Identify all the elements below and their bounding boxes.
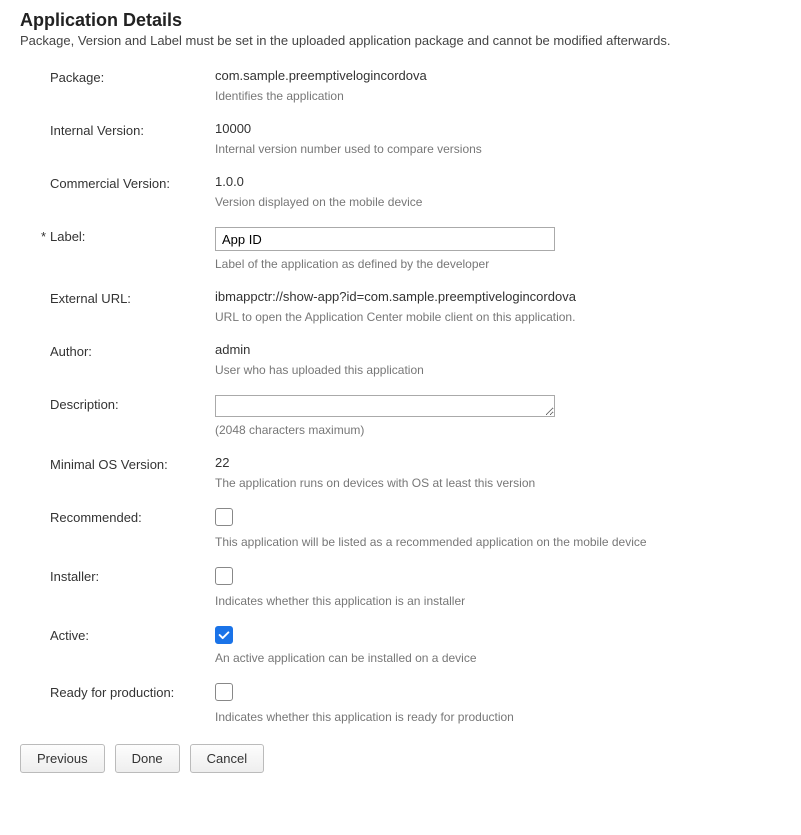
field-help: The application runs on devices with OS … — [215, 476, 781, 490]
button-bar: Previous Done Cancel — [20, 744, 781, 773]
field-help: URL to open the Application Center mobil… — [215, 310, 781, 324]
field-label: Recommended: — [50, 510, 142, 525]
page-subtitle: Package, Version and Label must be set i… — [20, 33, 781, 48]
field-label: Installer: — [50, 569, 99, 584]
field-label: Minimal OS Version: — [50, 457, 168, 472]
field-label: Active: — [50, 628, 89, 643]
package-value: com.sample.preemptivelogincordova — [215, 68, 781, 83]
field-help: Version displayed on the mobile device — [215, 195, 781, 209]
previous-button[interactable]: Previous — [20, 744, 105, 773]
field-external-url: External URL: ibmappctr://show-app?id=co… — [50, 289, 781, 324]
recommended-checkbox[interactable] — [215, 508, 233, 526]
field-label: Ready for production: — [50, 685, 174, 700]
field-label: Author: — [50, 344, 92, 359]
field-minimal-os: Minimal OS Version: 22 The application r… — [50, 455, 781, 490]
done-button[interactable]: Done — [115, 744, 180, 773]
field-label: Internal Version: — [50, 123, 144, 138]
field-label: Description: — [50, 397, 119, 412]
field-active: Active: An active application can be ins… — [50, 626, 781, 665]
field-label: External URL: — [50, 291, 131, 306]
ready-production-checkbox[interactable] — [215, 683, 233, 701]
field-installer: Installer: Indicates whether this applic… — [50, 567, 781, 608]
cancel-button[interactable]: Cancel — [190, 744, 264, 773]
field-help: Identifies the application — [215, 89, 781, 103]
field-commercial-version: Commercial Version: 1.0.0 Version displa… — [50, 174, 781, 209]
field-label-row: *Label: Label of the application as defi… — [50, 227, 781, 271]
field-author: Author: admin User who has uploaded this… — [50, 342, 781, 377]
field-description: Description: (2048 characters maximum) — [50, 395, 781, 437]
checkmark-icon — [217, 628, 231, 642]
field-label: Package: — [50, 70, 104, 85]
field-help: Label of the application as defined by t… — [215, 257, 781, 271]
page-title: Application Details — [20, 10, 781, 31]
field-internal-version: Internal Version: 10000 Internal version… — [50, 121, 781, 156]
description-textarea[interactable] — [215, 395, 555, 417]
author-value: admin — [215, 342, 781, 357]
fields-container: Package: com.sample.preemptivelogincordo… — [50, 68, 781, 724]
installer-checkbox[interactable] — [215, 567, 233, 585]
field-package: Package: com.sample.preemptivelogincordo… — [50, 68, 781, 103]
field-help: Internal version number used to compare … — [215, 142, 781, 156]
field-ready-production: Ready for production: Indicates whether … — [50, 683, 781, 724]
field-help: An active application can be installed o… — [215, 651, 781, 665]
external-url-value: ibmappctr://show-app?id=com.sample.preem… — [215, 289, 781, 304]
field-help: Indicates whether this application is an… — [215, 594, 781, 608]
field-label: Label: — [50, 229, 85, 244]
field-label: Commercial Version: — [50, 176, 170, 191]
field-help: (2048 characters maximum) — [215, 423, 781, 437]
commercial-version-value: 1.0.0 — [215, 174, 781, 189]
internal-version-value: 10000 — [215, 121, 781, 136]
field-help: Indicates whether this application is re… — [215, 710, 781, 724]
field-help: This application will be listed as a rec… — [215, 535, 781, 549]
required-mark: * — [38, 229, 46, 244]
field-recommended: Recommended: This application will be li… — [50, 508, 781, 549]
minimal-os-value: 22 — [215, 455, 781, 470]
field-help: User who has uploaded this application — [215, 363, 781, 377]
label-input[interactable] — [215, 227, 555, 251]
active-checkbox[interactable] — [215, 626, 233, 644]
